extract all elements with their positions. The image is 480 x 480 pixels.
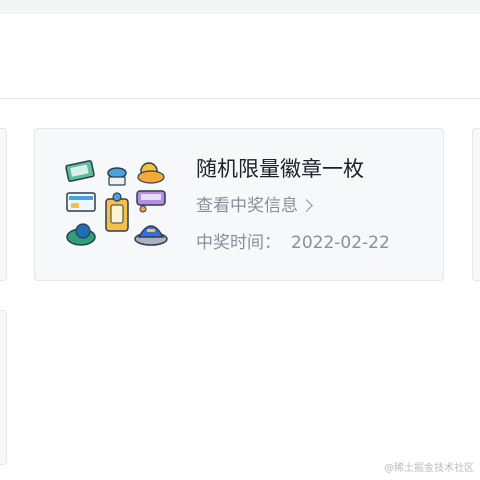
badge-trophy-icon [105, 192, 129, 232]
badge-ufo-icon [107, 167, 127, 186]
prize-title: 随机限量徽章一枚 [196, 157, 364, 181]
badge-collection-icon [65, 160, 168, 246]
prize-time-label: 中奖时间： [196, 233, 281, 253]
badge-laptop-icon [65, 160, 95, 182]
badge-hat-icon [134, 225, 168, 246]
badge-cloud-icon [137, 162, 165, 184]
chevron-right-icon [300, 199, 313, 212]
prize-time-value: 2022-02-22 [291, 233, 390, 253]
view-prize-info-link[interactable]: 查看中奖信息 [196, 195, 313, 217]
top-bar [0, 0, 480, 14]
badge-planet-icon [66, 223, 96, 246]
badge-card-icon [66, 192, 96, 212]
prize-card-partial-left[interactable] [0, 128, 7, 281]
badge-sign-icon [136, 190, 166, 213]
prize-time: 中奖时间： 2022-02-22 [196, 231, 390, 255]
prize-card[interactable]: 随机限量徽章一枚 查看中奖信息 中奖时间： 2022-02-22 [34, 128, 444, 281]
prize-card-partial-right[interactable] [472, 128, 480, 281]
prize-card-partial-bottom[interactable] [0, 310, 7, 465]
header-area [0, 14, 480, 99]
watermark: @稀土掘金技术社区 [384, 463, 474, 474]
view-prize-info-label: 查看中奖信息 [196, 196, 298, 216]
